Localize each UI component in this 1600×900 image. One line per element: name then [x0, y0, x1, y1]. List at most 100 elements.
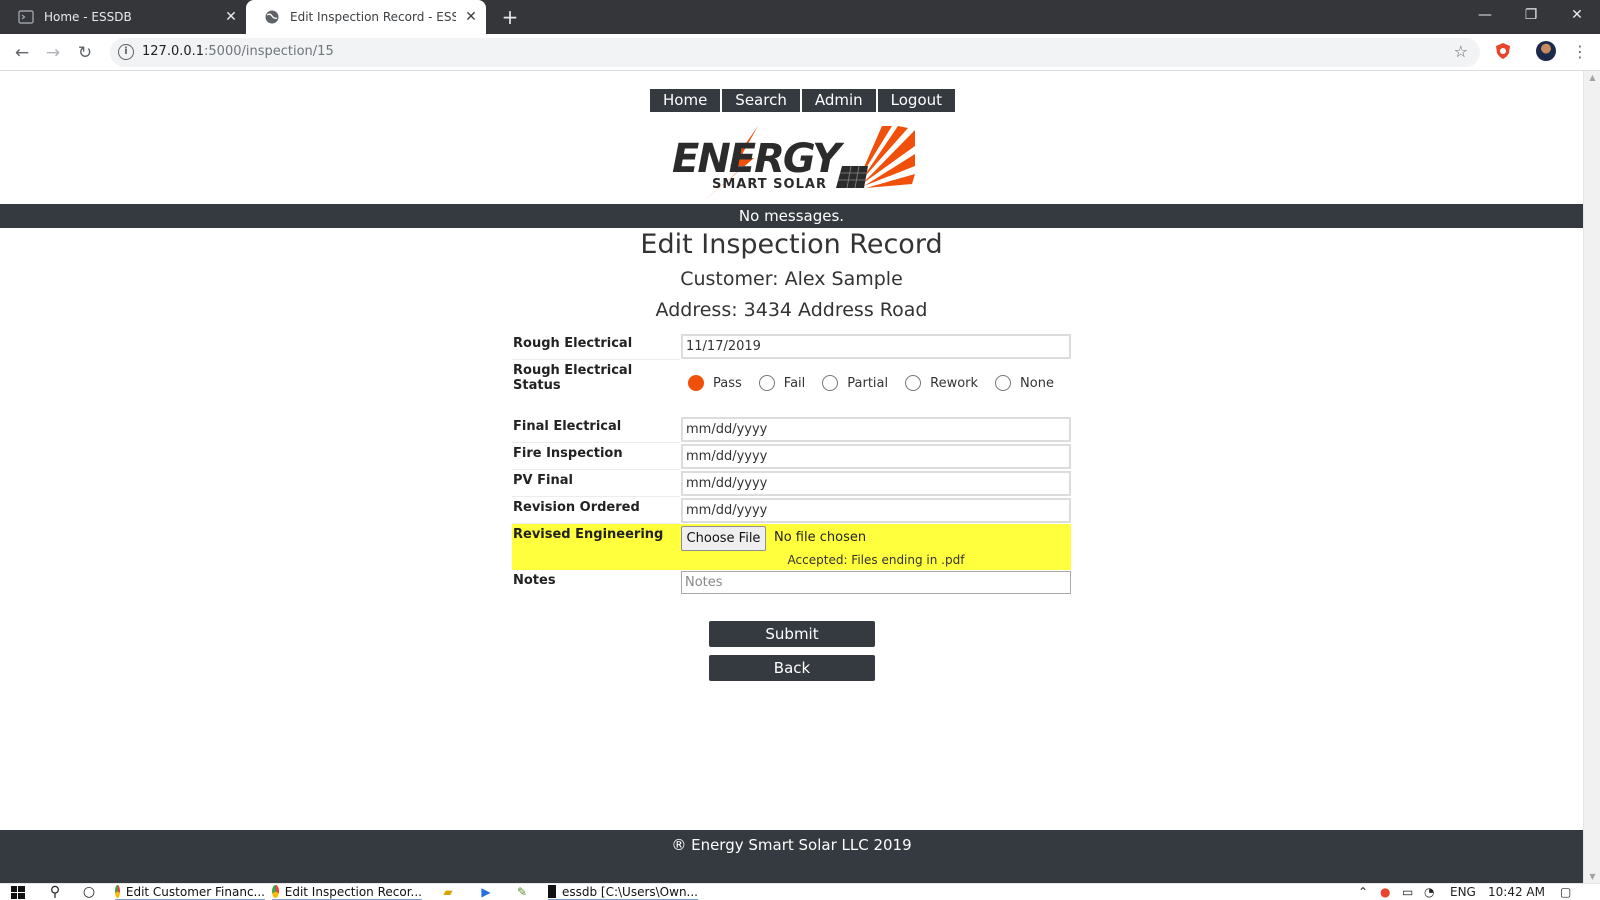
field-label: Revised Engineering — [513, 527, 664, 542]
close-icon[interactable]: ✕ — [456, 9, 486, 25]
form-row-pv-final: PV Final mm/dd/yyyy — [512, 470, 1071, 497]
nav-logout[interactable]: Logout — [877, 89, 956, 112]
bookmark-star-icon[interactable]: ☆ — [1454, 42, 1468, 61]
reload-icon[interactable]: ↻ — [72, 40, 98, 66]
address-bar[interactable]: i 127.0.0.1:5000/inspection/15 ☆ — [110, 38, 1480, 67]
radio-label: Pass — [713, 375, 742, 391]
radio-label: Partial — [847, 375, 889, 391]
page-viewport: Home Search Admin Logout ENERGY SMART SO… — [0, 71, 1583, 883]
radio-button-selected[interactable] — [688, 375, 704, 391]
message-bar: No messages. — [0, 204, 1583, 228]
radio-none[interactable]: None — [995, 375, 1054, 391]
back-arrow-icon[interactable]: ← — [9, 40, 35, 66]
taskbar-app-label: essdb [C:\Users\Own... — [561, 884, 698, 899]
radio-button[interactable] — [995, 375, 1012, 391]
windows-start-icon[interactable] — [10, 884, 26, 900]
kebab-menu-icon[interactable]: ⋮ — [1572, 40, 1588, 64]
notepad-icon[interactable]: ✎ — [514, 884, 530, 900]
taskbar-app-chrome-inspection[interactable]: Edit Inspection Recor... — [272, 884, 422, 900]
radio-label: Fail — [783, 375, 806, 391]
taskbar-app-label: Edit Inspection Recor... — [284, 884, 422, 899]
nav-admin[interactable]: Admin — [801, 89, 878, 112]
form-row-rough-electrical: Rough Electrical 11/17/2019 — [512, 333, 1071, 360]
back-button[interactable]: Back — [709, 655, 875, 681]
submit-button[interactable]: Submit — [709, 621, 875, 647]
minimize-button[interactable]: — — [1462, 0, 1508, 30]
logo-tagline: SMART SOLAR — [712, 177, 827, 192]
url-text: 127.0.0.1:5000/inspection/15 — [142, 44, 334, 59]
address-heading: Address: 3434 Address Road — [655, 299, 928, 321]
tray-app-icon[interactable]: ● — [1380, 884, 1390, 900]
radio-rework[interactable]: Rework — [905, 375, 978, 391]
close-icon[interactable]: ✕ — [216, 9, 246, 25]
close-window-button[interactable]: ✕ — [1554, 0, 1600, 30]
windows-taskbar: ⚲ ○ Edit Customer Financ... Edit Inspect… — [0, 883, 1600, 900]
notes-input[interactable]: Notes — [681, 571, 1071, 594]
page-title: Edit Inspection Record — [640, 229, 943, 260]
field-label: Final Electrical — [512, 416, 680, 443]
radio-button[interactable] — [905, 375, 922, 391]
radio-label: None — [1020, 375, 1054, 391]
clock[interactable]: 10:42 AM — [1488, 884, 1545, 900]
globe-favicon-icon — [265, 10, 279, 24]
powershell-icon[interactable]: ▶ — [478, 884, 494, 900]
notifications-icon[interactable]: ▢ — [1560, 884, 1571, 900]
field-label: Fire Inspection — [512, 443, 680, 470]
scroll-down-icon[interactable]: ▼ — [1584, 872, 1600, 881]
forward-arrow-icon[interactable]: → — [40, 40, 66, 66]
form-row-final-electrical: Final Electrical mm/dd/yyyy — [512, 416, 1071, 443]
rough-electrical-date-input[interactable]: 11/17/2019 — [681, 334, 1071, 359]
nav-search[interactable]: Search — [722, 89, 802, 112]
cortana-circle-icon[interactable]: ○ — [80, 884, 98, 900]
radio-label: Rework — [930, 375, 979, 391]
form-row-fire-inspection: Fire Inspection mm/dd/yyyy — [512, 443, 1071, 470]
profile-avatar[interactable] — [1536, 41, 1556, 61]
radio-fail[interactable]: Fail — [758, 375, 806, 391]
tab-title: Home - ESSDB — [44, 10, 132, 24]
taskbar-app-chrome-customer[interactable]: Edit Customer Financ... — [115, 884, 265, 900]
pv-final-date-input[interactable]: mm/dd/yyyy — [681, 471, 1071, 496]
file-explorer-icon[interactable]: ▰ — [440, 884, 456, 900]
choose-file-button[interactable]: Choose File — [681, 526, 766, 551]
chrome-icon — [115, 885, 120, 898]
chevron-up-icon[interactable]: ⌃ — [1358, 884, 1368, 900]
form-row-revised-engineering: Revised Engineering Choose File No file … — [512, 524, 1071, 570]
browser-toolbar: ← → ↻ i 127.0.0.1:5000/inspection/15 ☆ ⋮ — [0, 34, 1600, 71]
rough-status-radio-group: Pass Fail Partial Rework None — [688, 375, 1071, 391]
file-status-text: No file chosen — [774, 530, 867, 545]
field-label: Revision Ordered — [512, 497, 680, 524]
energy-smart-solar-logo: ENERGY SMART SOLAR — [672, 126, 915, 201]
tab-edit-inspection[interactable]: Edit Inspection Record - ESSDB ✕ — [246, 0, 486, 34]
revision-ordered-date-input[interactable]: mm/dd/yyyy — [681, 498, 1071, 523]
scroll-up-icon[interactable]: ▲ — [1584, 73, 1600, 82]
radio-button[interactable] — [758, 375, 775, 391]
field-label: Notes — [513, 573, 556, 588]
site-navigation: Home Search Admin Logout — [650, 89, 956, 112]
vertical-scrollbar[interactable]: ▲ ▼ — [1583, 71, 1600, 883]
customer-heading: Customer: Alex Sample — [680, 268, 903, 290]
extension-shield-icon[interactable] — [1494, 42, 1512, 60]
field-label: PV Final — [512, 470, 680, 497]
tab-home[interactable]: Home - ESSDB ✕ — [0, 0, 246, 34]
language-indicator[interactable]: ENG — [1450, 884, 1476, 900]
taskbar-app-label: Edit Customer Financ... — [125, 884, 265, 899]
url-path: :5000/inspection/15 — [204, 44, 334, 59]
logo-wordmark: ENERGY — [672, 136, 845, 182]
restore-button[interactable]: ❐ — [1508, 0, 1554, 30]
nav-home[interactable]: Home — [650, 89, 723, 112]
final-electrical-date-input[interactable]: mm/dd/yyyy — [681, 417, 1071, 442]
radio-partial[interactable]: Partial — [822, 375, 888, 391]
wifi-icon[interactable]: ◔ — [1424, 884, 1434, 900]
battery-icon[interactable]: ▭ — [1402, 884, 1413, 900]
new-tab-button[interactable]: + — [498, 5, 522, 29]
radio-pass[interactable]: Pass — [688, 375, 742, 391]
form-row-revision-ordered: Revision Ordered mm/dd/yyyy — [512, 497, 1071, 524]
taskbar-app-pycharm[interactable]: essdb [C:\Users\Own... — [548, 884, 698, 900]
url-host: 127.0.0.1 — [142, 44, 205, 59]
radio-button[interactable] — [822, 375, 839, 391]
info-icon[interactable]: i — [118, 44, 134, 60]
field-label: Rough Electrical Status — [513, 363, 633, 393]
field-label: Rough Electrical — [512, 333, 680, 360]
fire-inspection-date-input[interactable]: mm/dd/yyyy — [681, 444, 1071, 469]
search-icon[interactable]: ⚲ — [46, 884, 64, 900]
